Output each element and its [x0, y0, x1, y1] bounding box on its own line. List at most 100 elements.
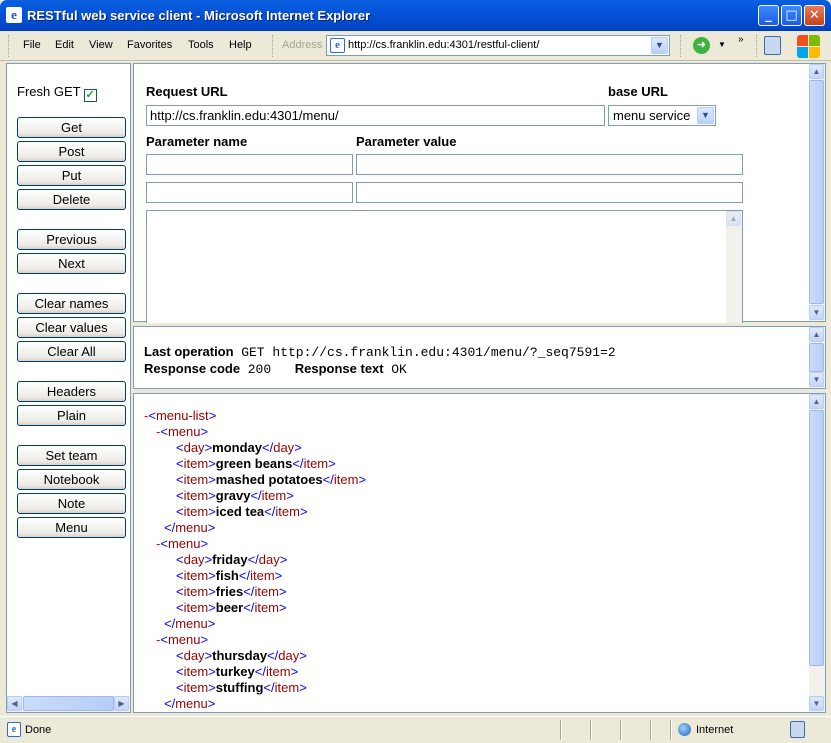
scroll-up-icon[interactable]: ▲ — [809, 394, 824, 409]
status-divider — [560, 720, 562, 740]
request-body-textarea[interactable]: ▲ — [146, 210, 743, 323]
set-team-button[interactable]: Set team — [17, 445, 126, 466]
next-button[interactable]: Next — [17, 253, 126, 274]
xml-item-value: green beans — [215, 456, 293, 471]
menu-tools[interactable]: Tools — [188, 39, 214, 51]
scroll-up-icon[interactable]: ▲ — [726, 211, 741, 226]
plain-button[interactable]: Plain — [17, 405, 126, 426]
status-frame-scrollbar[interactable]: ▲ ▼ — [809, 327, 825, 388]
menu-file[interactable]: File — [23, 39, 41, 51]
xml-item-row: <item>fries</item> — [176, 584, 287, 599]
note-button[interactable]: Note — [17, 493, 126, 514]
last-operation-value: GET http://cs.franklin.edu:4301/menu/?_s… — [241, 345, 616, 360]
xml-tag: item — [261, 488, 287, 503]
request-frame-scrollbar[interactable]: ▲ ▼ — [809, 64, 825, 321]
dropdown-arrow-icon[interactable]: ▼ — [718, 40, 726, 49]
status-divider — [650, 720, 652, 740]
xml-tag: day — [183, 648, 205, 663]
go-arrow-icon[interactable]: ➜ — [693, 37, 710, 54]
scroll-down-icon[interactable]: ▼ — [809, 372, 824, 387]
base-url-label: base URL — [608, 84, 668, 99]
xml-menu-open: -<menu> — [156, 424, 209, 439]
request-frame: Request URL base URL http://cs.franklin.… — [133, 63, 826, 323]
get-button[interactable]: Get — [17, 117, 126, 138]
parameter-value-input[interactable] — [356, 154, 743, 175]
clear-values-button[interactable]: Clear values — [17, 317, 126, 338]
xml-item-row: <item>stuffing</item> — [176, 680, 307, 695]
scroll-left-icon[interactable]: ◀ — [7, 696, 22, 711]
fresh-get-checkbox[interactable]: ✓ — [83, 89, 97, 102]
toolbar-grip[interactable] — [756, 35, 759, 57]
xml-tag: day — [278, 648, 300, 663]
xml-tag: item — [183, 680, 209, 695]
xml-tag: item — [303, 456, 329, 471]
previous-button[interactable]: Previous — [17, 229, 126, 250]
response-frame-scrollbar[interactable]: ▲ ▼ — [809, 394, 825, 712]
base-url-select[interactable]: menu service ▼ — [608, 105, 716, 126]
chevron-down-icon[interactable]: ▼ — [697, 107, 714, 124]
last-operation-row: Last operation GET http://cs.franklin.ed… — [144, 344, 616, 360]
toolbar-grip[interactable] — [680, 35, 683, 57]
menu-view[interactable]: View — [89, 39, 113, 51]
menu-button[interactable]: Menu — [17, 517, 126, 538]
page-icon: e — [330, 38, 345, 53]
scrollbar-thumb[interactable] — [809, 343, 824, 372]
xml-tree: -<menu-list> -<menu> <day>monday</day> <ite… — [144, 408, 366, 712]
scroll-up-icon[interactable]: ▲ — [809, 327, 824, 342]
xml-item-row: <item>green beans</item> — [176, 456, 336, 471]
parameter-name-input[interactable] — [146, 154, 353, 175]
xml-tag: item — [275, 504, 300, 519]
parameter-value-input[interactable] — [356, 182, 743, 203]
xml-day-value: monday — [212, 440, 262, 455]
put-button[interactable]: Put — [17, 165, 126, 186]
xml-item-value: turkey — [215, 664, 255, 679]
menu-favorites[interactable]: Favorites — [127, 39, 172, 51]
xml-item-value: gravy — [215, 488, 251, 503]
scrollbar-thumb[interactable] — [23, 696, 114, 711]
chevron-down-icon[interactable]: ▼ — [651, 37, 668, 54]
xml-tag: menu — [167, 632, 201, 647]
left-horizontal-scrollbar[interactable]: ◀ ▶ — [7, 696, 130, 712]
delete-button[interactable]: Delete — [17, 189, 126, 210]
toolbar-extra-icon[interactable] — [764, 36, 781, 55]
xml-root-open: -<menu-list> — [144, 408, 217, 423]
xml-tag: item — [254, 600, 279, 615]
xml-item-row: <item>turkey</item> — [176, 664, 299, 679]
menu-edit[interactable]: Edit — [55, 39, 74, 51]
xml-menu-close: </menu> — [164, 696, 216, 711]
minimize-button[interactable]: _ — [758, 5, 779, 26]
scroll-right-icon[interactable]: ▶ — [114, 696, 129, 711]
clear-names-button[interactable]: Clear names — [17, 293, 126, 314]
scroll-down-icon[interactable]: ▼ — [809, 305, 824, 320]
close-button[interactable]: ✕ — [804, 5, 825, 26]
xml-item-value: fish — [215, 568, 239, 583]
address-url[interactable]: http://cs.franklin.edu:4301/restful-clie… — [348, 39, 539, 51]
request-url-label: Request URL — [146, 84, 228, 99]
post-button[interactable]: Post — [17, 141, 126, 162]
textarea-scrollbar[interactable]: ▲ — [726, 211, 742, 323]
clear-all-button[interactable]: Clear All — [17, 341, 126, 362]
xml-tag: item — [183, 488, 209, 503]
scrollbar-thumb[interactable] — [809, 410, 824, 666]
xml-item-row: <item>beer</item> — [176, 600, 287, 615]
toolbar-grip[interactable] — [8, 35, 11, 57]
xml-menu-open: -<menu> — [156, 632, 209, 647]
parameter-name-input[interactable] — [146, 182, 353, 203]
toolbar-grip[interactable] — [272, 35, 275, 57]
window-title: RESTful web service client - Microsoft I… — [27, 8, 371, 23]
scrollbar-thumb[interactable] — [809, 80, 824, 304]
internet-globe-icon — [678, 723, 691, 736]
response-text-value: OK — [391, 362, 407, 377]
chevron-more-icon[interactable]: » — [738, 34, 744, 45]
scroll-down-icon[interactable]: ▼ — [809, 696, 824, 711]
notebook-button[interactable]: Notebook — [17, 469, 126, 490]
maximize-button[interactable]: □ — [781, 5, 802, 26]
xml-day-row: <day>friday</day> — [176, 552, 288, 567]
address-bar[interactable]: e http://cs.franklin.edu:4301/restful-cl… — [326, 35, 670, 56]
request-url-input[interactable]: http://cs.franklin.edu:4301/menu/ — [146, 105, 605, 126]
xml-tag: item — [333, 472, 359, 487]
scroll-up-icon[interactable]: ▲ — [809, 64, 824, 79]
headers-button[interactable]: Headers — [17, 381, 126, 402]
left-frame: Fresh GET ✓ Get Post Put Delete Previous … — [6, 63, 131, 713]
menu-help[interactable]: Help — [229, 39, 252, 51]
